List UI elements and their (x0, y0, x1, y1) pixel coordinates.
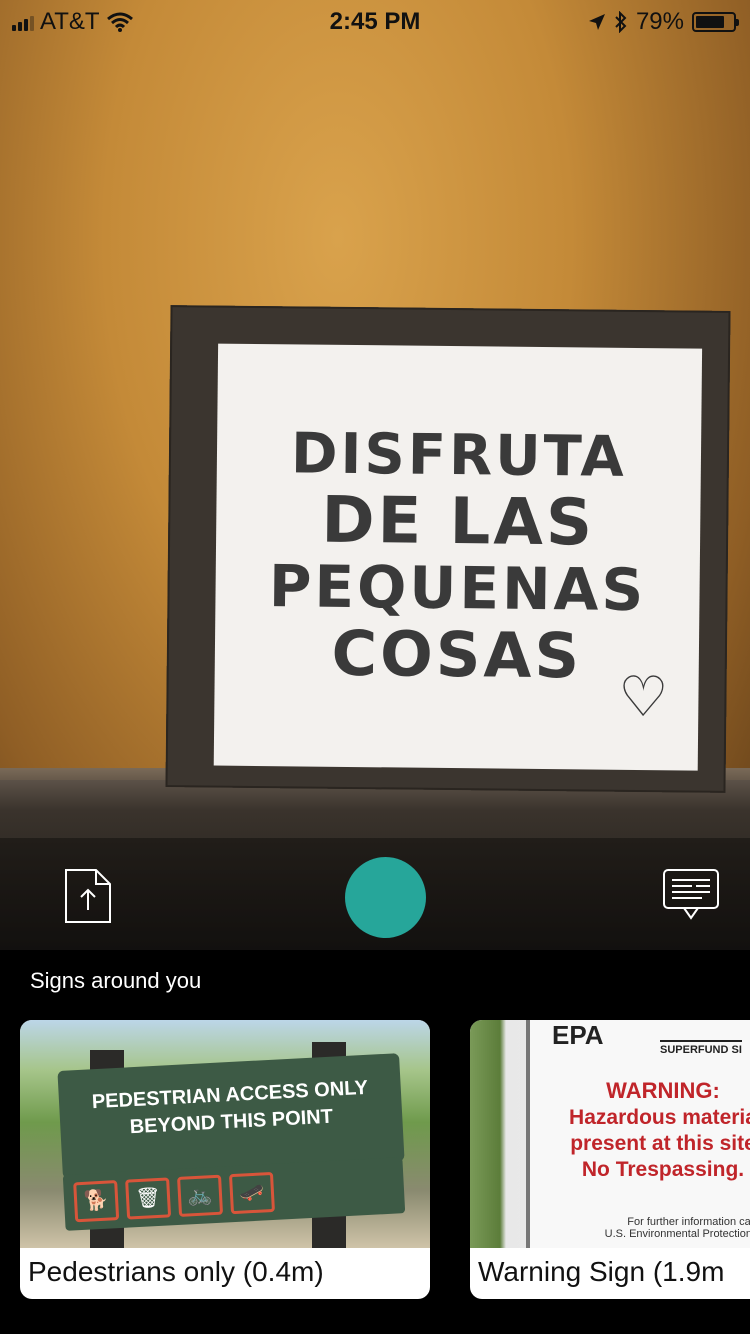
sign-card-image: EPA SUPERFUND SI WARNING: Hazardous mate… (470, 1020, 750, 1248)
litter-bin-icon: 🗑 (125, 1177, 172, 1220)
warning-line: Hazardous materia (569, 1106, 750, 1129)
battery-icon (692, 12, 739, 32)
sign-card-caption: Pedestrians only (0.4m) (28, 1256, 324, 1287)
sign-canvas: DISFRUTA DE LAS PEQUENAS COSAS ♡ (213, 343, 703, 771)
warning-line: No Trespassing. (581, 1158, 745, 1181)
epa-logo: EPA (552, 1020, 604, 1050)
epa-sign-board: EPA SUPERFUND SI WARNING: Hazardous mate… (526, 1020, 750, 1248)
sign-card-caption: Warning Sign (1.9m (478, 1256, 725, 1287)
epa-warning: WARNING: Hazardous materia present at th… (548, 1078, 750, 1182)
capture-button[interactable] (345, 857, 426, 938)
section-title: Signs around you (30, 968, 202, 993)
heart-icon: ♡ (617, 664, 669, 729)
location-arrow-icon (588, 14, 605, 30)
sign-line: DISFRUTA (290, 421, 628, 490)
status-bar: AT&T 2:45 PM 79% (0, 0, 750, 40)
framed-sign: DISFRUTA DE LAS PEQUENAS COSAS ♡ (165, 305, 731, 793)
epa-banner: SUPERFUND SI (660, 1040, 742, 1056)
warning-heading: WARNING: (606, 1078, 720, 1103)
battery-percent: 79% (635, 8, 684, 35)
captions-button[interactable] (662, 868, 720, 922)
epa-footer: For further information call the U.S. En… (544, 1216, 750, 1240)
no-skateboards-icon: 🛹 (228, 1171, 275, 1215)
sign-line: PEQUENAS (268, 552, 647, 625)
sign-card-image: PEDESTRIAN ACCESS ONLY BEYOND THIS POINT… (20, 1020, 430, 1248)
footer-line: U.S. Environmental Protection Age (604, 1228, 750, 1240)
sign-line: DE LAS (321, 483, 596, 561)
bluetooth-icon (615, 11, 627, 33)
footer-line: For further information call the (627, 1216, 750, 1228)
upload-file-icon (65, 869, 111, 923)
sign-line: COSAS (331, 616, 583, 693)
sign-card[interactable]: PEDESTRIAN ACCESS ONLY BEYOND THIS POINT… (20, 1020, 430, 1299)
captions-icon (663, 869, 719, 920)
camera-preview: DISFRUTA DE LAS PEQUENAS COSAS ♡ (0, 0, 750, 950)
sign-card[interactable]: EPA SUPERFUND SI WARNING: Hazardous mate… (470, 1020, 750, 1299)
no-bicycles-icon: 🚲 (177, 1174, 224, 1217)
status-right: 79% (588, 8, 739, 36)
warning-line: present at this site (570, 1132, 750, 1155)
upload-button[interactable] (64, 868, 112, 924)
no-dogs-icon: 🐕 (73, 1180, 120, 1223)
